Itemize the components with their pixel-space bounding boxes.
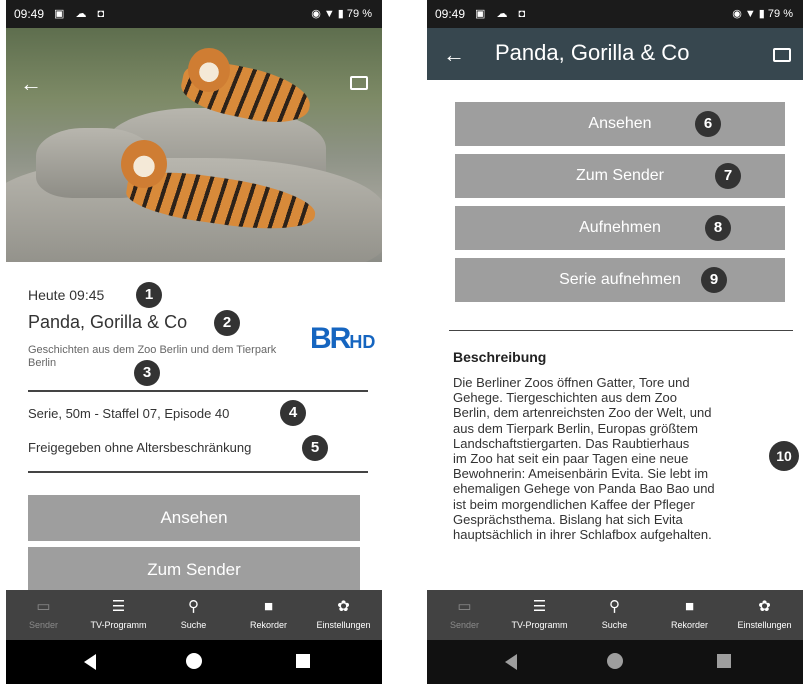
system-recents-icon[interactable] [717, 654, 731, 668]
description-line: ist beim morgendlichen Kaffee der Pflege… [453, 496, 695, 512]
channel-logo-suffix: HD [349, 332, 376, 352]
divider [449, 330, 793, 331]
camera-icon: ■ [684, 598, 695, 615]
back-arrow-icon[interactable]: ← [443, 42, 465, 68]
nav-label: Einstellungen [737, 620, 792, 630]
system-back-icon[interactable] [84, 654, 96, 670]
system-home-icon[interactable] [607, 653, 623, 669]
description-line: Gesprächsthema. Bislang hat sich Evita [453, 511, 683, 527]
description-heading: Beschreibung [453, 349, 547, 365]
status-right: ◉ ▼ ▮ 79 % [311, 8, 372, 20]
nav-label: Sender [28, 620, 59, 630]
tv-icon: ▭ [457, 598, 472, 615]
nav-label: Rekorder [249, 620, 287, 630]
system-back-icon[interactable] [505, 654, 517, 670]
nav-label: Suche [601, 620, 628, 630]
nav-label: Sender [449, 620, 480, 630]
app-bar-title: Panda, Gorilla & Co [495, 40, 690, 65]
tv-icon: ▭ [36, 598, 51, 615]
description-line: hauptsächlich in ihrer Schlafbox aufgeha… [453, 527, 712, 543]
battery-level: 79 % [767, 8, 793, 20]
annotation-badge: 5 [302, 435, 328, 461]
nav-item-tv-programm[interactable]: ☰ TV-Programm [502, 590, 577, 640]
bottom-navigation: ▭ Sender ☰ TV-Programm ⚲ Suche ■ Rekorde… [427, 590, 803, 640]
notification-icons: ▣ ☁ ◘ [475, 8, 530, 20]
left-screen: 09:49 ▣ ☁ ◘ ◉ ▼ ▮ 79 % ← Heute 09:45 1 P… [6, 0, 382, 684]
watch-button[interactable]: Ansehen [28, 495, 360, 541]
gear-icon: ✿ [758, 598, 771, 615]
nav-label: Rekorder [670, 620, 708, 630]
nav-item-rekorder[interactable]: ■ Rekorder [231, 590, 306, 640]
battery-level: 79 % [346, 8, 372, 20]
notification-icons: ▣ ☁ ◘ [54, 8, 109, 20]
annotation-badge: 8 [705, 215, 731, 241]
nav-item-tv-programm[interactable]: ☰ TV-Programm [81, 590, 156, 640]
annotation-badge: 1 [136, 282, 162, 308]
system-home-icon[interactable] [186, 653, 202, 669]
status-time: 09:49 [14, 7, 45, 21]
record-series-button[interactable]: Serie aufnehmen [455, 258, 785, 302]
nav-item-suche[interactable]: ⚲ Suche [577, 590, 652, 640]
annotation-badge: 2 [214, 310, 240, 336]
series-info: Serie, 50m - Staffel 07, Episode 40 [28, 406, 230, 421]
description-line: Landschaftstiergarten. Das Raubtierhaus [453, 435, 690, 451]
watch-button[interactable]: Ansehen [455, 102, 785, 146]
air-time: Heute 09:45 [28, 287, 105, 303]
annotation-badge: 10 [769, 441, 799, 471]
description-line: ehemaligen Gehege von Panda Bao Bao und [453, 481, 715, 497]
status-bar: 09:49 ▣ ☁ ◘ ◉ ▼ ▮ 79 % [6, 0, 382, 28]
nav-item-suche[interactable]: ⚲ Suche [156, 590, 231, 640]
system-navigation-bar [6, 640, 382, 684]
list-icon: ☰ [111, 598, 126, 615]
nav-label: Einstellungen [316, 620, 371, 630]
record-button[interactable]: Aufnehmen [455, 206, 785, 250]
description-line: im Zoo hat seit ein paar Tagen eine neue [453, 451, 689, 467]
app-bar: ← Panda, Gorilla & Co [427, 28, 803, 80]
go-to-channel-button[interactable]: Zum Sender [28, 547, 360, 593]
annotation-badge: 4 [280, 400, 306, 426]
list-icon: ☰ [532, 598, 547, 615]
divider [28, 390, 368, 392]
system-recents-icon[interactable] [296, 654, 310, 668]
status-time: 09:49 [435, 7, 466, 21]
back-arrow-icon[interactable]: ← [20, 73, 42, 95]
status-right: ◉ ▼ ▮ 79 % [732, 8, 793, 20]
annotation-badge: 7 [715, 163, 741, 189]
status-bar: 09:49 ▣ ☁ ◘ ◉ ▼ ▮ 79 % [427, 0, 803, 28]
description-line: Die Berliner Zoos öffnen Gatter, Tore un… [453, 375, 690, 390]
search-icon: ⚲ [188, 598, 199, 615]
description-line: aus dem Tierpark Berlin, Europas größtem [453, 420, 698, 436]
program-image: ← [6, 28, 382, 262]
bottom-navigation: ▭ Sender ☰ TV-Programm ⚲ Suche ■ Rekorde… [6, 590, 382, 640]
nav-label: Suche [180, 620, 207, 630]
description-line: Berlin, dem artenreichsten Zoo der Welt,… [453, 405, 712, 421]
search-icon: ⚲ [609, 598, 620, 615]
cast-icon[interactable] [350, 76, 368, 90]
right-screen: 09:49 ▣ ☁ ◘ ◉ ▼ ▮ 79 % ← Panda, Gorilla … [427, 0, 803, 684]
cast-icon[interactable] [773, 48, 791, 62]
nav-item-sender[interactable]: ▭ Sender [427, 590, 502, 640]
nav-item-einstellungen[interactable]: ✿ Einstellungen [306, 590, 381, 640]
description-text: Die Berliner Zoos öffnen Gatter, Tore un… [453, 375, 763, 542]
nav-item-rekorder[interactable]: ■ Rekorder [652, 590, 727, 640]
nav-item-sender[interactable]: ▭ Sender [6, 590, 81, 640]
divider [28, 471, 368, 473]
description-line: Gehege. Tiergeschichten aus dem Zoo [453, 390, 678, 406]
description-line: Bewohnerin: Ameisenbärin Evita. Sie lebt… [453, 466, 709, 482]
camera-icon: ■ [263, 598, 274, 615]
annotation-badge: 3 [134, 360, 160, 386]
annotation-badge: 9 [701, 267, 727, 293]
nav-label: TV-Programm [90, 620, 147, 630]
annotation-badge: 6 [695, 111, 721, 137]
nav-item-einstellungen[interactable]: ✿ Einstellungen [727, 590, 802, 640]
channel-logo: BRHD [310, 322, 375, 356]
nav-label: TV-Programm [511, 620, 568, 630]
gear-icon: ✿ [337, 598, 350, 615]
system-navigation-bar [427, 640, 803, 684]
channel-logo-main: BR [310, 322, 351, 355]
